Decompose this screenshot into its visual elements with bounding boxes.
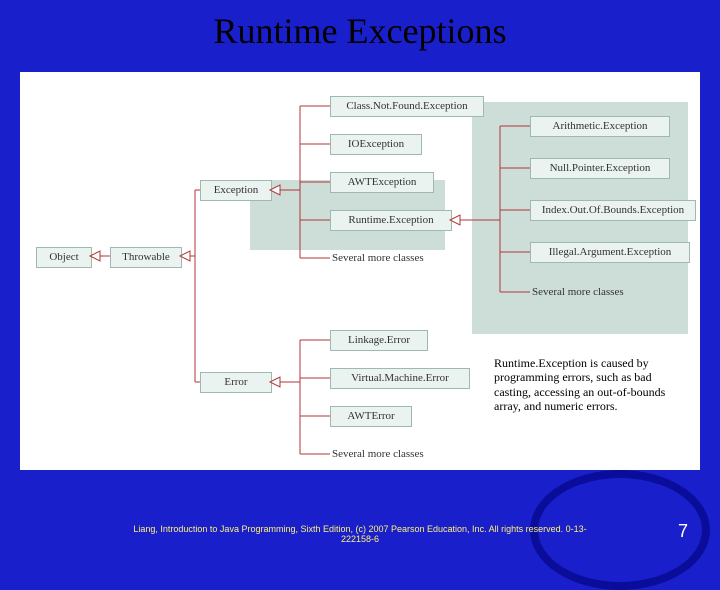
node-nullpointer: Null.Pointer.Exception [530, 158, 670, 179]
node-awtexception: AWTException [330, 172, 434, 193]
callout-text: Runtime.Exception is caused by programmi… [488, 352, 696, 418]
node-classnotfound: Class.Not.Found.Exception [330, 96, 484, 117]
node-throwable: Throwable [110, 247, 182, 268]
node-runtimeexception: Runtime.Exception [330, 210, 452, 231]
node-awterror: AWTError [330, 406, 412, 427]
node-linkageerror: Linkage.Error [330, 330, 428, 351]
node-object: Object [36, 247, 92, 268]
node-ioexception: IOException [330, 134, 422, 155]
text-runtime-more: Several more classes [532, 286, 624, 298]
node-arithmetic: Arithmetic.Exception [530, 116, 670, 137]
diagram-canvas: Object Throwable Exception Error Class.N… [20, 72, 700, 470]
node-vmerror: Virtual.Machine.Error [330, 368, 470, 389]
page-number: 7 [678, 521, 688, 542]
node-indexoob: Index.Out.Of.Bounds.Exception [530, 200, 696, 221]
node-error: Error [200, 372, 272, 393]
page-title: Runtime Exceptions [0, 10, 720, 52]
text-exception-more: Several more classes [332, 252, 424, 264]
node-exception: Exception [200, 180, 272, 201]
footer-text: Liang, Introduction to Java Programming,… [0, 524, 720, 544]
node-illegalarg: Illegal.Argument.Exception [530, 242, 690, 263]
text-error-more: Several more classes [332, 448, 424, 460]
